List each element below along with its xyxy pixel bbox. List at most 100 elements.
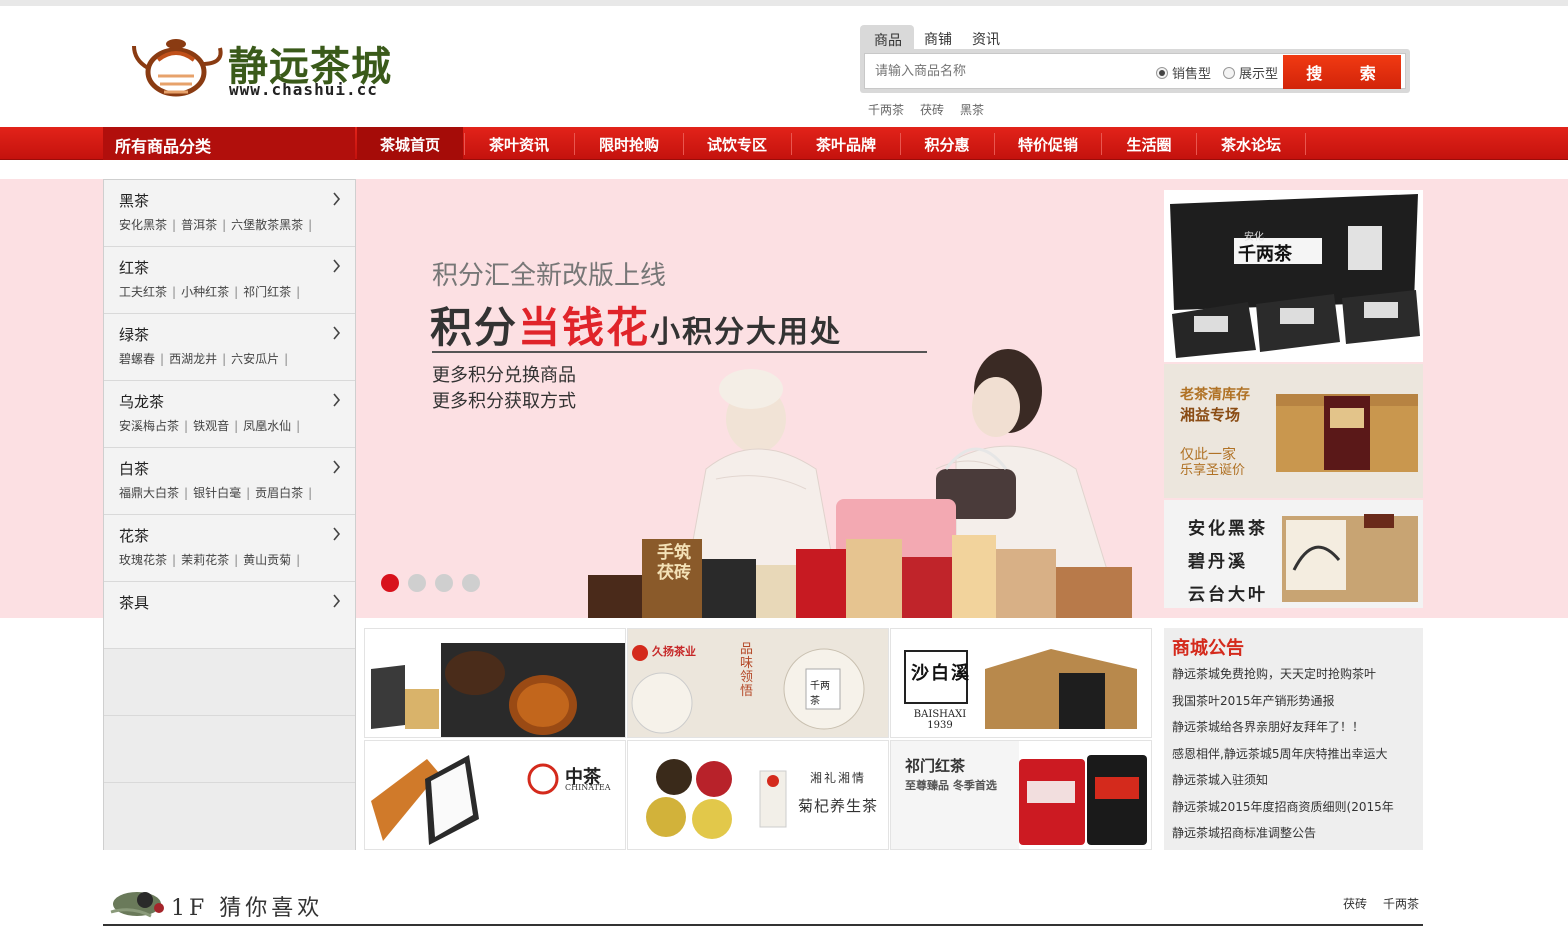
nav-item-points[interactable]: 积分惠 <box>901 127 993 160</box>
subcategory-link[interactable]: 黄山贡菊 <box>243 553 291 567</box>
product-tile-chrysanthemum[interactable]: 湘礼湘情 菊杞养生茶 <box>627 740 889 850</box>
category-subs: 工夫红茶 | 小种红茶 | 祁门红茶 | <box>119 285 301 299</box>
slider-dot-2[interactable] <box>408 574 426 592</box>
subcategory-link[interactable]: 安溪梅占茶 <box>119 419 179 433</box>
promo-banner[interactable]: 积分汇全新改版上线 积分当钱花小积分大用处 更多积分兑换商品 更多积分获取方式 … <box>356 179 1162 618</box>
category-flower-tea[interactable]: 花茶 玫瑰花茶 | 茉莉花茶 | 黄山贡菊 | <box>104 515 355 582</box>
subcategory-link[interactable]: 普洱茶 <box>181 218 217 232</box>
promo-xiangyi-special[interactable]: 老茶清库存 湘益专场 仅此一家 乐享圣诞价 <box>1164 364 1423 498</box>
category-title[interactable]: 红茶 <box>119 257 355 278</box>
teapot-logo-icon <box>132 39 223 97</box>
subcategory-link[interactable]: 贡眉白茶 <box>255 486 303 500</box>
search-tab-goods[interactable]: 商品 <box>860 25 914 51</box>
tile-brand: 久扬茶业 <box>652 645 696 658</box>
floor-link[interactable]: 茯砖 <box>1343 895 1367 912</box>
search-field-wrap: 销售型 展示型 搜 索 <box>864 53 1406 89</box>
search-input[interactable] <box>867 56 1147 86</box>
promo-anhua-black-tea[interactable]: 安化黑茶 碧丹溪 云台大叶 <box>1164 500 1423 608</box>
subcategory-link[interactable]: 六堡散茶黑茶 <box>231 218 303 232</box>
all-categories[interactable]: 所有商品分类 <box>103 127 355 160</box>
subcategory-link[interactable]: 六安瓜片 <box>231 352 279 366</box>
hot-word[interactable]: 黑茶 <box>960 101 984 118</box>
slider-dot-1[interactable] <box>381 574 399 592</box>
category-title[interactable]: 茶具 <box>119 592 355 613</box>
tile-brand-sub: CHINATEA <box>565 783 611 792</box>
floor-link[interactable]: 千两茶 <box>1383 895 1419 912</box>
hot-word[interactable]: 千两茶 <box>868 101 904 118</box>
tile-year: BAISHAXI 1939 <box>913 709 967 731</box>
radio-show[interactable] <box>1223 66 1235 79</box>
promo2-text-2: 湘益专场 <box>1180 406 1241 424</box>
subcategory-link[interactable]: 银针白毫 <box>193 486 241 500</box>
nav-item-flash-sale[interactable]: 限时抢购 <box>575 127 683 160</box>
notice-item[interactable]: 静远茶城招商标准调整公告 <box>1172 824 1418 851</box>
promo-qianliang-tea[interactable]: 安化 千两茶 <box>1164 190 1423 362</box>
notice-item[interactable]: 我国茶叶2015年产销形势通报 <box>1172 692 1418 719</box>
radio-show-label: 展示型 <box>1239 67 1279 82</box>
chevron-right-icon <box>333 393 341 407</box>
subcategory-link[interactable]: 玫瑰花茶 <box>119 553 167 567</box>
subcategory-link[interactable]: 茉莉花茶 <box>181 553 229 567</box>
nav-item-news[interactable]: 茶叶资讯 <box>465 127 573 160</box>
category-subs: 安化黑茶 | 普洱茶 | 六堡散茶黑茶 | <box>119 218 313 232</box>
search-tab-shops[interactable]: 商铺 <box>914 25 962 51</box>
chinatea-box-image <box>365 741 625 849</box>
product-tile-jiuyang[interactable]: 久扬茶业 品味 领悟 千两茶 <box>627 628 889 738</box>
tile-label: 千两茶 <box>810 681 830 707</box>
tile-title: 祁门红茶 <box>905 757 966 775</box>
hot-word[interactable]: 茯砖 <box>920 101 944 118</box>
category-red-tea[interactable]: 红茶 工夫红茶 | 小种红茶 | 祁门红茶 | <box>104 247 355 314</box>
radio-show-option[interactable]: 展示型 <box>1223 63 1278 82</box>
nav-item-home[interactable]: 茶城首页 <box>357 127 463 160</box>
nav-separator <box>1305 133 1306 155</box>
subcategory-link[interactable]: 西湖龙井 <box>169 352 217 366</box>
category-title[interactable]: 黑茶 <box>119 190 355 211</box>
subcategory-link[interactable]: 小种红茶 <box>181 285 229 299</box>
subcategory-link[interactable]: 祁门红茶 <box>243 285 291 299</box>
notice-item[interactable]: 感恩相伴,静远茶城5周年庆特推出幸运大 <box>1172 745 1418 772</box>
category-title[interactable]: 乌龙茶 <box>119 391 355 412</box>
notice-title: 商城公告 <box>1172 638 1244 659</box>
search-tab-news[interactable]: 资讯 <box>962 25 1010 51</box>
category-white-tea[interactable]: 白茶 福鼎大白茶 | 银针白毫 | 贡眉白茶 | <box>104 448 355 515</box>
nav-item-forum[interactable]: 茶水论坛 <box>1197 127 1305 160</box>
notice-item[interactable]: 静远茶城免费抢购，天天定时抢购茶叶 <box>1172 665 1418 692</box>
subcategory-link[interactable]: 碧螺春 <box>119 352 155 366</box>
nav-item-brands[interactable]: 茶叶品牌 <box>792 127 900 160</box>
site-logo[interactable]: 静远茶城 www.chashui.cc <box>128 24 408 104</box>
notice-item[interactable]: 静远茶城给各界亲朋好友拜年了！！ <box>1172 718 1418 745</box>
banner-models-illustration <box>588 349 1132 618</box>
promo3-text-2: 碧丹溪 <box>1188 552 1248 572</box>
search-button[interactable]: 搜 索 <box>1283 55 1401 89</box>
subcategory-link[interactable]: 工夫红茶 <box>119 285 167 299</box>
chevron-right-icon <box>333 460 341 474</box>
nav-item-promotions[interactable]: 特价促销 <box>995 127 1101 160</box>
nav-item-life[interactable]: 生活圈 <box>1102 127 1196 160</box>
top-strip <box>0 0 1568 6</box>
radio-sale-option[interactable]: 销售型 <box>1156 63 1211 82</box>
category-title[interactable]: 白茶 <box>119 458 355 479</box>
product-tile-dark-tea[interactable] <box>364 628 626 738</box>
category-title[interactable]: 花茶 <box>119 525 355 546</box>
category-teaware[interactable]: 茶具 <box>104 582 355 649</box>
category-empty-slot <box>104 649 355 716</box>
category-black-tea[interactable]: 黑茶 安化黑茶 | 普洱茶 | 六堡散茶黑茶 | <box>104 180 355 247</box>
notice-item[interactable]: 静远茶城入驻须知 <box>1172 771 1418 798</box>
subcategory-link[interactable]: 凤凰水仙 <box>243 419 291 433</box>
category-green-tea[interactable]: 绿茶 碧螺春 | 西湖龙井 | 六安瓜片 | <box>104 314 355 381</box>
slider-dot-3[interactable] <box>435 574 453 592</box>
subcategory-link[interactable]: 铁观音 <box>193 419 229 433</box>
notice-item[interactable]: 静远茶城2015年度招商资质细则(2015年 <box>1172 798 1418 825</box>
category-oolong[interactable]: 乌龙茶 安溪梅占茶 | 铁观音 | 凤凰水仙 | <box>104 381 355 448</box>
product-tile-keemun[interactable]: 祁门红茶 至尊臻品 冬季首选 <box>890 740 1152 850</box>
subcategory-link[interactable]: 安化黑茶 <box>119 218 167 232</box>
category-sidebar: 黑茶 安化黑茶 | 普洱茶 | 六堡散茶黑茶 | 红茶 工夫红茶 | 小种红茶 | 祁门红茶 | 绿… <box>103 179 356 850</box>
product-tile-baishaxi[interactable]: 沙白溪 BAISHAXI 1939 <box>890 628 1152 738</box>
subcategory-link[interactable]: 福鼎大白茶 <box>119 486 179 500</box>
radio-sale[interactable] <box>1156 66 1168 79</box>
category-title[interactable]: 绿茶 <box>119 324 355 345</box>
nav-item-trial[interactable]: 试饮专区 <box>684 127 790 160</box>
product-tile-chinatea[interactable]: 中茶 CHINATEA <box>364 740 626 850</box>
floor-title: 1F 猜你喜欢 <box>171 896 324 921</box>
slider-dot-4[interactable] <box>462 574 480 592</box>
